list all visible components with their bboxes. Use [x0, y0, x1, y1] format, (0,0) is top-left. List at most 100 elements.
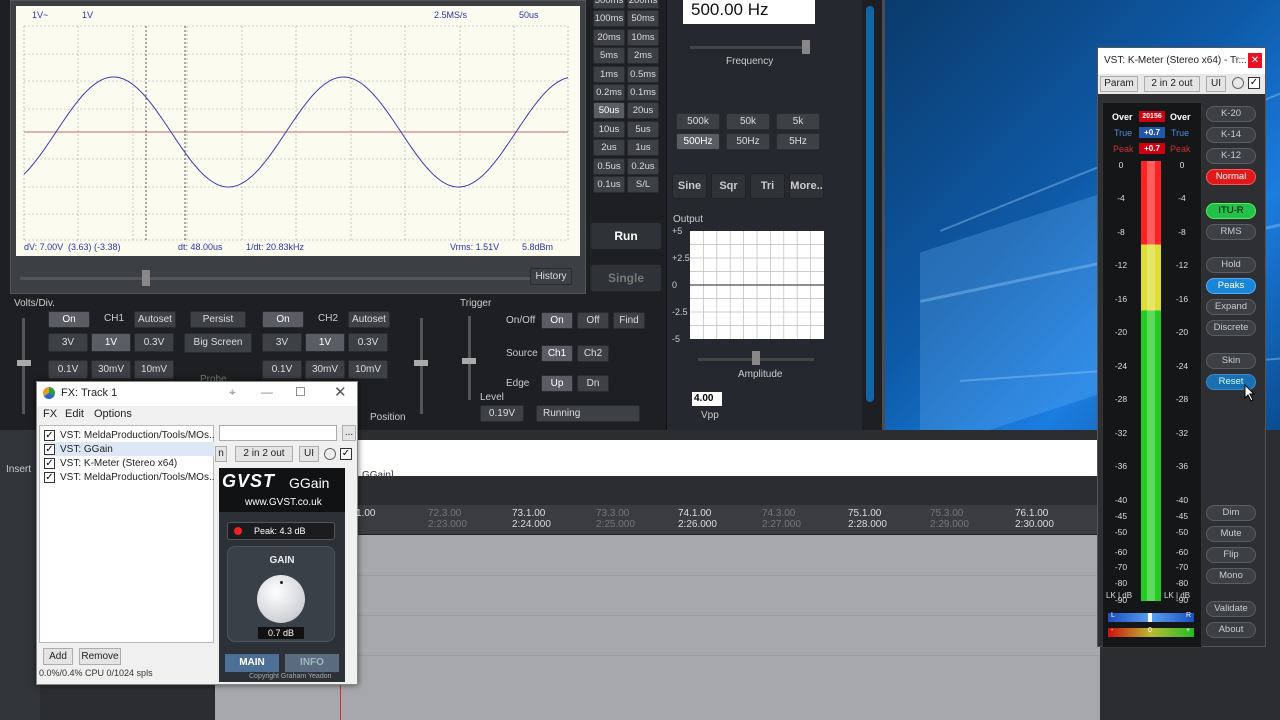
ch2-scale-button[interactable]: 3V: [262, 333, 302, 352]
timebase-button[interactable]: 2us: [593, 139, 625, 157]
kmeter-k14-button[interactable]: K-14: [1206, 127, 1256, 143]
close-icon[interactable]: ✕: [1248, 53, 1262, 68]
vpp-input[interactable]: 4.00: [692, 392, 722, 406]
ch1-scale-button[interactable]: 0.3V: [134, 333, 174, 352]
frequency-slider[interactable]: [690, 46, 810, 49]
checkbox-icon[interactable]: ✓: [44, 471, 55, 483]
range-button[interactable]: 5Hz: [776, 133, 820, 150]
timebase-button[interactable]: S/L: [627, 176, 659, 193]
waveform-button[interactable]: More..: [789, 173, 824, 199]
timebase-button[interactable]: 500ms: [593, 0, 625, 9]
trigger-on-button[interactable]: On: [541, 312, 573, 329]
checkbox-icon[interactable]: ✓: [44, 457, 55, 469]
kmeter-expand-button[interactable]: Expand: [1206, 299, 1256, 315]
minimize-icon[interactable]: —: [261, 385, 273, 399]
ch1-autoset-button[interactable]: Autoset: [134, 311, 176, 328]
maximize-icon[interactable]: ☐: [295, 385, 306, 399]
trigger-edge-dn[interactable]: Dn: [577, 375, 609, 392]
peak-value[interactable]: +0.7: [1139, 143, 1165, 154]
kmeter-title-bar[interactable]: VST: K-Meter (Stereo x64) - Tr... — ✕: [1098, 48, 1265, 74]
ui-button[interactable]: UI: [299, 446, 319, 462]
remove-button[interactable]: Remove: [79, 648, 121, 665]
frequency-slider-handle[interactable]: [802, 40, 810, 54]
timebase-button[interactable]: 2ms: [627, 47, 659, 65]
persist-button[interactable]: Persist: [190, 311, 246, 328]
menu-edit[interactable]: Edit: [65, 408, 84, 420]
true-peak-value[interactable]: +0.7: [1139, 127, 1165, 138]
timebase-button[interactable]: 0.5ms: [627, 65, 659, 83]
io-button[interactable]: 2 in 2 out: [235, 446, 293, 462]
ch1-scale-button[interactable]: 3V: [48, 333, 88, 352]
kmeter-discrete-button[interactable]: Discrete: [1206, 320, 1256, 336]
timebase-button[interactable]: 20us: [627, 102, 659, 120]
amplitude-slider-handle[interactable]: [752, 351, 760, 365]
timebase-button[interactable]: 5us: [627, 120, 659, 138]
timebase-button[interactable]: 50ms: [627, 10, 659, 28]
trigger-source-ch2[interactable]: Ch2: [577, 345, 609, 362]
kmeter-normal-button[interactable]: Normal: [1206, 169, 1256, 185]
fx-item[interactable]: ✓ VST: K-Meter (Stereo x64): [44, 456, 214, 470]
ch1-position-handle[interactable]: [17, 360, 31, 366]
range-button[interactable]: 5k: [776, 113, 820, 130]
frequency-display[interactable]: 500.00 Hz: [683, 0, 815, 24]
ch2-scale-button[interactable]: 10mV: [348, 360, 388, 379]
kmeter-hold-button[interactable]: Hold: [1206, 257, 1256, 273]
pin-icon[interactable]: ⌖: [229, 385, 236, 400]
preset-menu-button[interactable]: ...: [342, 425, 356, 441]
waveform-button[interactable]: Sine: [672, 173, 707, 199]
kmeter-flip-button[interactable]: Flip: [1206, 547, 1256, 563]
ch2-scale-button[interactable]: 0.1V: [262, 360, 302, 379]
trigger-edge-up[interactable]: Up: [541, 375, 573, 392]
bypass-checkbox[interactable]: ✓: [1248, 77, 1260, 89]
param-button[interactable]: n: [215, 446, 227, 462]
run-button[interactable]: Run: [590, 222, 662, 250]
timebase-button[interactable]: 10us: [593, 120, 625, 138]
kmeter-peaks-button[interactable]: Peaks: [1206, 278, 1256, 294]
timebase-button[interactable]: 50us: [593, 102, 625, 120]
checkbox-icon[interactable]: ✓: [44, 443, 55, 455]
timebase-button[interactable]: 1us: [627, 139, 659, 157]
ch1-on-button[interactable]: On: [48, 311, 90, 328]
kmeter-rms-button[interactable]: RMS: [1206, 224, 1256, 240]
ch2-autoset-button[interactable]: Autoset: [348, 311, 390, 328]
ch2-position-slider[interactable]: [420, 318, 423, 414]
kmeter-validate-button[interactable]: Validate: [1206, 601, 1256, 617]
bypass-checkbox[interactable]: ✓: [340, 448, 352, 460]
ui-button[interactable]: UI: [1206, 76, 1226, 92]
timebase-button[interactable]: 20ms: [593, 28, 625, 46]
timebase-button[interactable]: 0.5us: [593, 157, 625, 175]
history-slider-handle[interactable]: [142, 270, 150, 286]
ch2-on-button[interactable]: On: [262, 311, 304, 328]
trigger-find-button[interactable]: Find: [613, 312, 645, 329]
power-icon[interactable]: [324, 448, 336, 460]
fx-item[interactable]: ✓ VST: MeldaProduction/Tools/MOs...: [44, 428, 214, 442]
scrollbar-right[interactable]: [866, 6, 874, 402]
fx-list[interactable]: ✓ VST: MeldaProduction/Tools/MOs... ✓ VST:…: [39, 425, 214, 643]
ch1-position-slider[interactable]: [22, 318, 25, 414]
menu-fx[interactable]: FX: [43, 408, 57, 420]
history-button[interactable]: History: [530, 268, 572, 285]
timebase-button[interactable]: 0.1us: [593, 176, 625, 193]
kmeter-mono-button[interactable]: Mono: [1206, 568, 1256, 584]
ch2-scale-button[interactable]: 30mV: [305, 360, 345, 379]
kmeter-about-button[interactable]: About: [1206, 622, 1256, 638]
ch1-scale-button[interactable]: 10mV: [134, 360, 174, 379]
ch1-scale-button[interactable]: 0.1V: [48, 360, 88, 379]
big-screen-button[interactable]: Big Screen: [184, 333, 252, 353]
ch2-scale-button[interactable]: 0.3V: [348, 333, 388, 352]
fx-title-bar[interactable]: FX: Track 1 ⌖ — ☐ ✕: [37, 382, 357, 406]
kmeter-mute-button[interactable]: Mute: [1206, 526, 1256, 542]
minimize-icon[interactable]: —: [1235, 53, 1245, 64]
timebase-button[interactable]: 0.1ms: [627, 84, 659, 101]
kmeter-k20-button[interactable]: K-20: [1206, 106, 1256, 122]
menu-options[interactable]: Options: [94, 408, 132, 420]
kmeter-k12-button[interactable]: K-12: [1206, 148, 1256, 164]
kmeter-skin-button[interactable]: Skin: [1206, 353, 1256, 369]
history-slider[interactable]: [20, 277, 530, 280]
kmeter-dim-button[interactable]: Dim: [1206, 505, 1256, 521]
gain-knob[interactable]: [257, 575, 305, 623]
trigger-source-ch1[interactable]: Ch1: [541, 345, 573, 362]
timebase-button[interactable]: 0.2us: [627, 157, 659, 175]
tab-main[interactable]: MAIN: [225, 654, 279, 672]
timebase-button[interactable]: 200ms: [627, 0, 659, 9]
